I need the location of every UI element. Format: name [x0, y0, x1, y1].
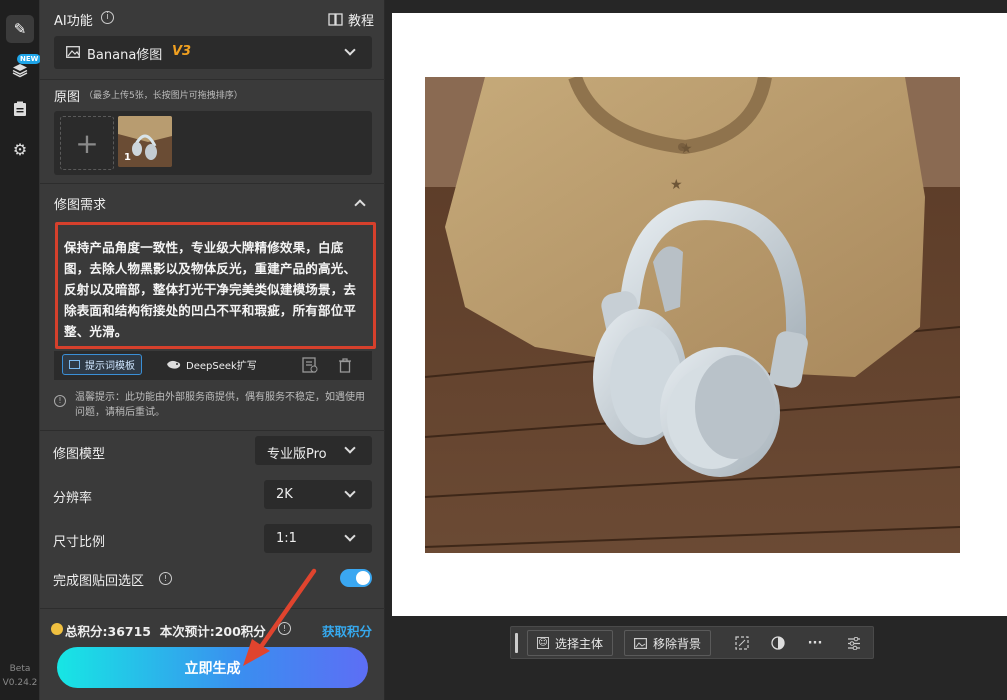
product-photo[interactable]: ★ ★ ★ [425, 77, 960, 553]
prompt-template-button[interactable]: 提示词模板 [62, 354, 142, 375]
resolution-value: 2K [276, 487, 293, 502]
crop-icon [735, 636, 749, 650]
chevron-down-icon [344, 486, 356, 498]
paste-back-toggle[interactable] [340, 569, 372, 587]
trash-icon[interactable] [338, 358, 352, 373]
more-icon: ··· [807, 635, 823, 651]
info-icon: i [101, 11, 114, 24]
deepseek-whale-icon [167, 360, 181, 369]
edit-tool-button[interactable]: ✎ [6, 15, 34, 43]
new-badge: NEW [17, 54, 42, 64]
image-icon [634, 637, 647, 649]
tutorial-link[interactable]: 教程 [328, 10, 374, 29]
edit-model-select[interactable]: 专业版Pro [255, 436, 372, 465]
add-image-button[interactable]: + [60, 116, 114, 170]
thumbnail-index: 1 [124, 152, 131, 163]
clipboard-icon [14, 101, 26, 116]
layers-icon [12, 64, 28, 78]
ai-model-tag: V3 [172, 44, 192, 59]
notice-info-icon: ! [54, 395, 66, 407]
aspect-ratio-label: 尺寸比例 [53, 535, 106, 550]
plus-icon: + [75, 126, 99, 160]
source-title: 原图 [54, 90, 81, 105]
crop-button[interactable] [733, 634, 751, 652]
toggle-knob [356, 571, 370, 585]
edit-model-value: 专业版Pro [267, 447, 327, 462]
prompt-template-label: 提示词模板 [85, 361, 135, 372]
remove-background-label: 移除背景 [653, 636, 702, 651]
canvas-toolbar: ☺ 选择主体 移除背景 ··· [510, 626, 874, 659]
chevron-down-icon [344, 44, 356, 56]
contrast-icon [771, 636, 785, 650]
coin-icon [51, 623, 63, 635]
chevron-down-icon [344, 442, 356, 454]
edit-model-label: 修图模型 [53, 447, 106, 462]
tutorial-label: 教程 [348, 14, 375, 29]
ai-model-select[interactable]: Banana修图 V3 [54, 36, 372, 69]
image-icon [66, 46, 80, 58]
adjust-tone-button[interactable] [769, 634, 787, 652]
book-icon [328, 13, 343, 26]
requirement-textarea[interactable]: 保持产品角度一致性，专业级大牌精修效果，白底图，去除人物黑影以及物体反光，重建产… [55, 222, 376, 349]
svg-text:★: ★ [680, 141, 693, 157]
toolbar-drag-handle[interactable] [515, 633, 518, 653]
ai-feature-label: AI功能 [54, 14, 93, 29]
tasks-tool-button[interactable] [6, 95, 34, 123]
service-notice: 温馨提示：此功能由外部服务商提供，偶有服务不稳定，如遇使用问题，请稍后重试。 [75, 392, 365, 418]
pencil-icon: ✎ [13, 20, 27, 38]
paste-back-info-icon: ! [159, 572, 172, 585]
more-button[interactable]: ··· [806, 634, 824, 652]
aspect-ratio-value: 1:1 [276, 531, 297, 546]
resolution-select[interactable]: 2K [264, 480, 372, 509]
version-label: V0.24.2 [2, 678, 38, 688]
get-credits-link[interactable]: 获取积分 [322, 621, 372, 640]
person-icon: ☺ [537, 637, 549, 649]
book-icon [69, 360, 80, 369]
sliders-icon [848, 636, 860, 650]
paste-back-label: 完成图贴回选区 [53, 574, 145, 589]
deepseek-expand-label: DeepSeek扩写 [186, 361, 257, 372]
settings-sliders-button[interactable] [845, 634, 863, 652]
source-thumbnail[interactable]: 1 [118, 116, 172, 167]
left-rail: ✎ NEW ⚙ Beta V0.24.2 [0, 0, 42, 700]
resolution-label: 分辨率 [53, 491, 93, 506]
select-subject-button[interactable]: ☺ 选择主体 [527, 630, 614, 656]
aspect-ratio-select[interactable]: 1:1 [264, 524, 372, 553]
annotation-arrow [243, 568, 317, 666]
source-hint: （最多上传5张，长按图片可拖拽排序） [84, 91, 243, 101]
settings-tool-button[interactable]: ⚙ [6, 135, 34, 163]
settings-panel [40, 0, 385, 700]
requirement-title: 修图需求 [54, 198, 107, 213]
svg-text:★: ★ [670, 177, 683, 193]
history-icon[interactable] [302, 357, 318, 373]
remove-background-button[interactable]: 移除背景 [624, 630, 712, 656]
deepseek-expand-button[interactable]: DeepSeek扩写 [160, 354, 263, 375]
select-subject-label: 选择主体 [555, 636, 604, 651]
ai-model-name: Banana修图 [87, 48, 163, 63]
beta-label: Beta [9, 664, 31, 674]
gear-icon: ⚙ [12, 139, 28, 159]
chevron-down-icon [344, 530, 356, 542]
